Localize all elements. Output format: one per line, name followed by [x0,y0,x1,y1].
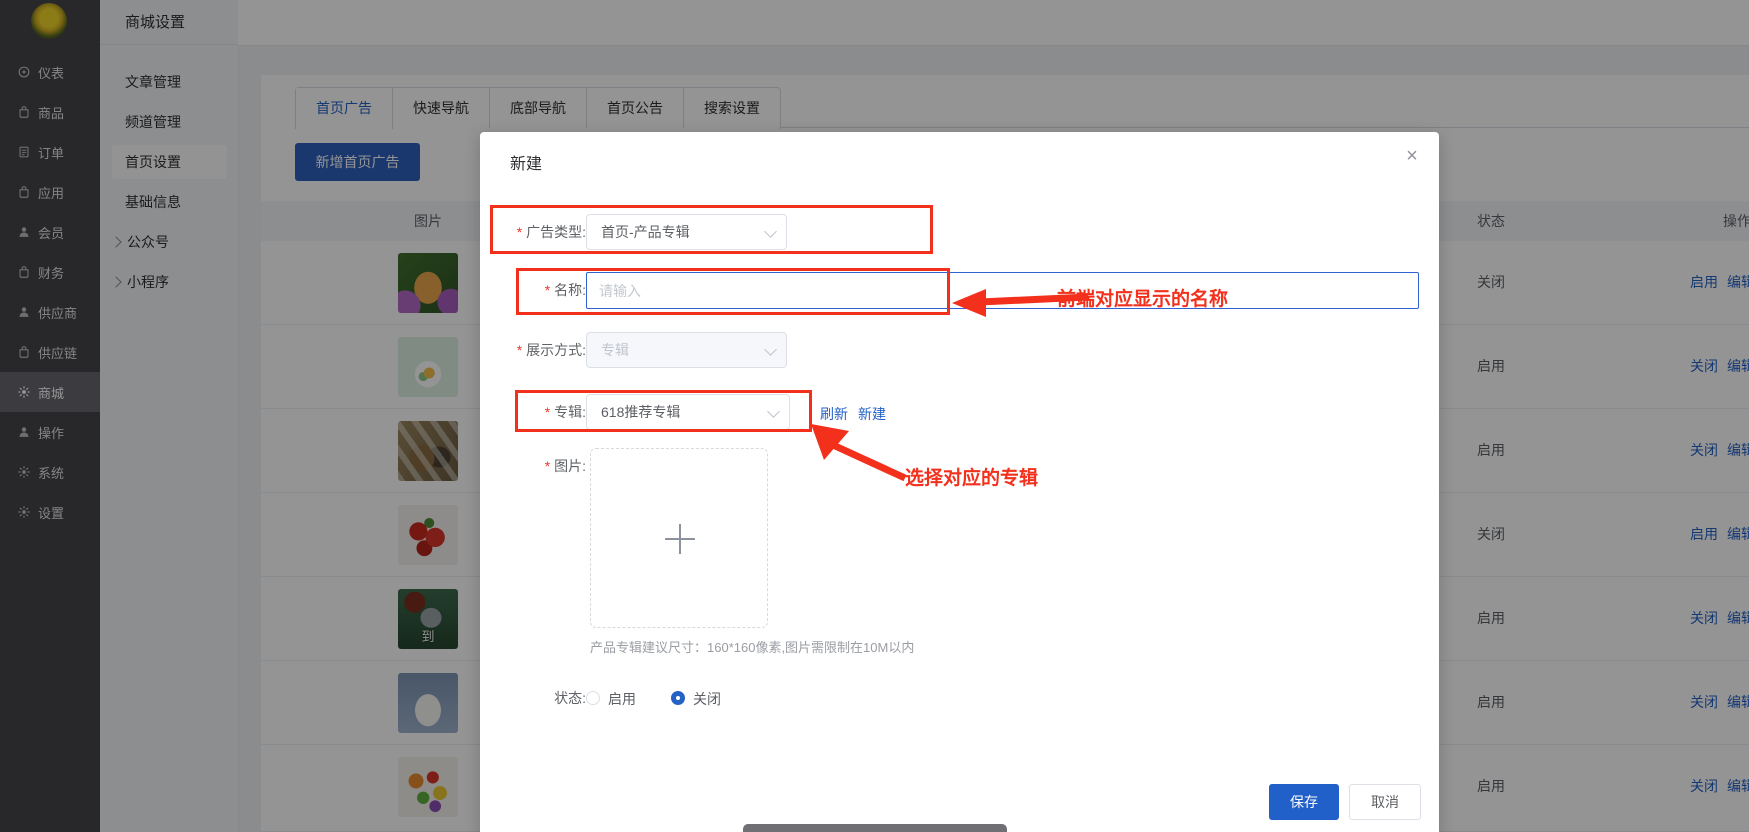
display-mode-label: 展示方式 [498,332,586,368]
close-icon[interactable]: × [1400,144,1424,168]
image-label: 图片 [498,448,586,484]
display-mode-select[interactable]: 专辑 [586,332,787,368]
status-radio-disabled-label[interactable]: 关闭 [693,691,721,707]
annotation-box-album [515,390,812,432]
upload-hint: 产品专辑建议尺寸：160*160像素,图片需限制在10M以内 [590,640,915,655]
chevron-down-icon [764,343,777,356]
modal-title: 新建 [510,156,543,173]
cancel-button[interactable]: 取消 [1349,784,1421,820]
annotation-arrow-diagonal [811,424,907,482]
plus-icon [665,524,695,554]
app-screen: 仪表 商品 订单 应用 会员 财务 供应商 供应链 商城 操作 系统 设置 商城… [0,0,1749,832]
save-button[interactable]: 保存 [1269,784,1339,820]
status-label: 状态 [498,690,586,706]
annotation-box-ad-type [490,205,933,254]
status-radio-disabled[interactable] [671,691,685,705]
annotation-name-note: 前端对应显示的名称 [1057,289,1229,310]
image-upload-box[interactable] [590,448,768,628]
status-radio-enabled-label[interactable]: 启用 [608,691,636,707]
annotation-box-name [516,268,950,315]
display-mode-value: 专辑 [601,342,629,358]
annotation-album-note: 选择对应的专辑 [905,468,1039,489]
status-radio-enabled[interactable] [586,691,600,705]
bottom-taskbar-pill [743,824,1007,832]
